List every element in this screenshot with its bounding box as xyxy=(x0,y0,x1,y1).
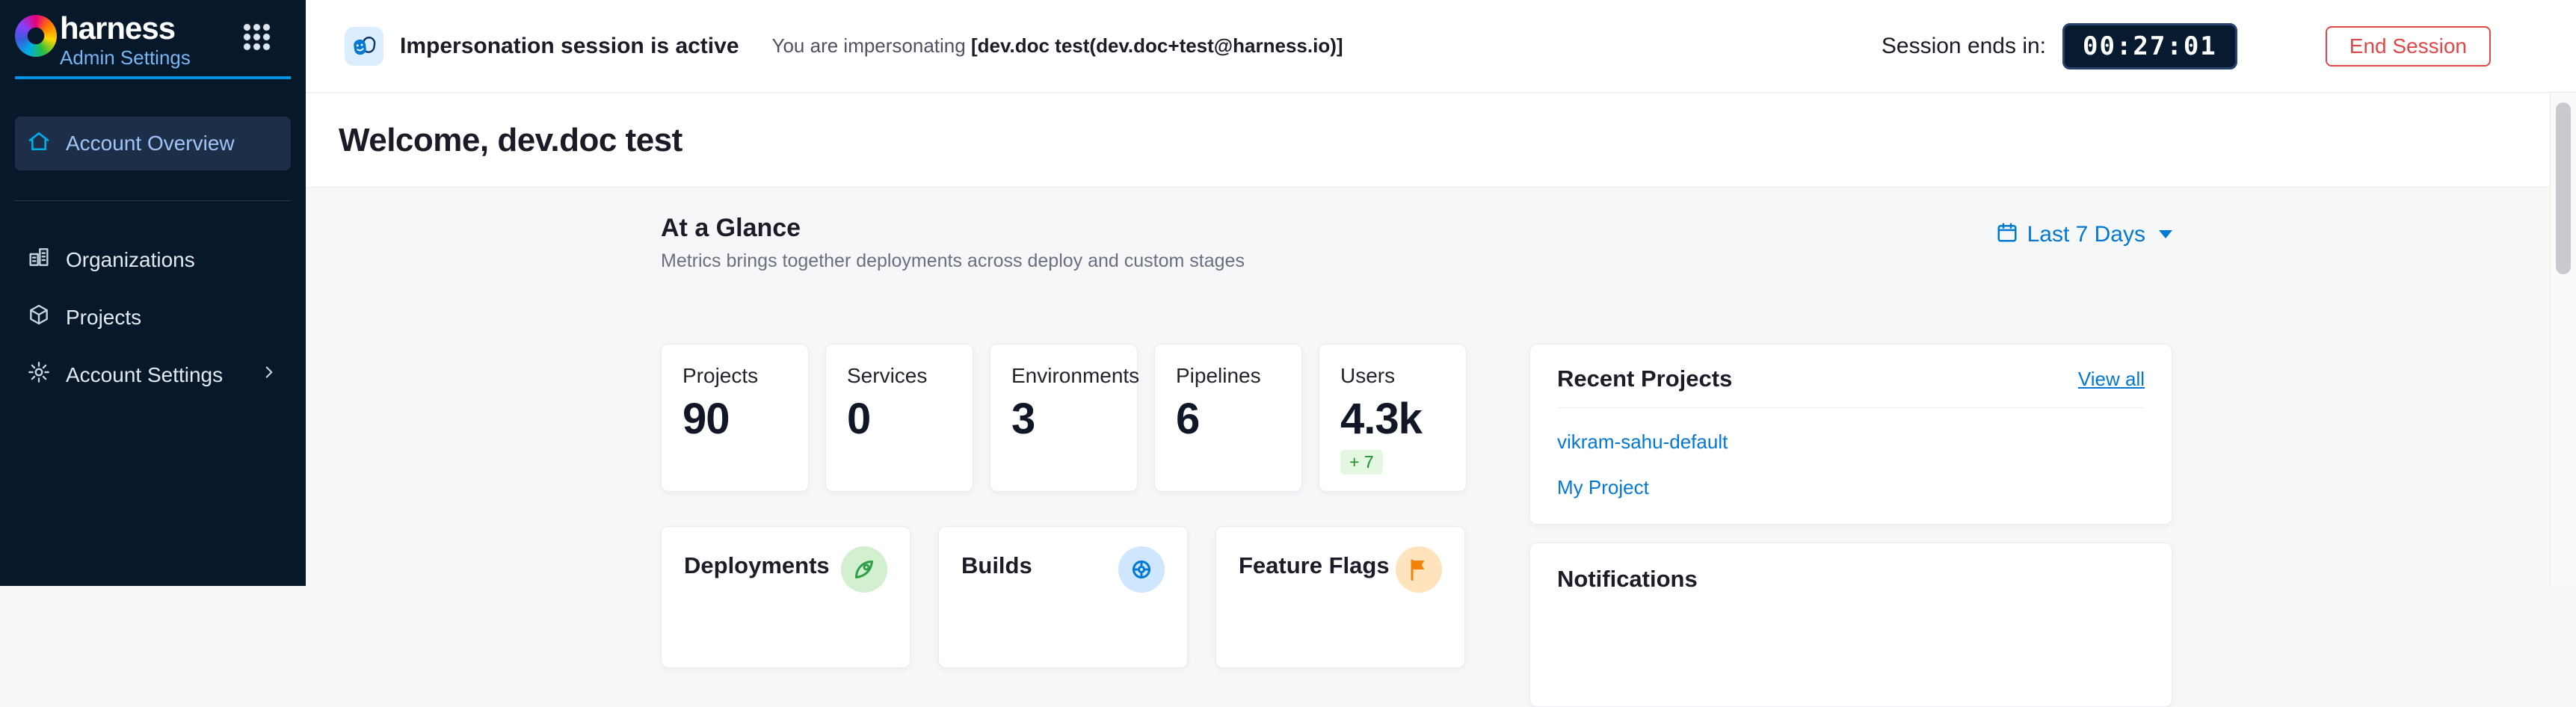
sidebar-item-label: Projects xyxy=(66,306,141,330)
end-session-button[interactable]: End Session xyxy=(2326,26,2491,67)
module-title: Feature Flags xyxy=(1239,552,1390,579)
stat-card-projects[interactable]: Projects 90 xyxy=(661,344,809,492)
impersonation-masks-icon xyxy=(345,27,383,66)
home-icon xyxy=(27,129,51,158)
module-title: Deployments xyxy=(684,552,830,579)
divider xyxy=(1557,407,2145,408)
impersonation-banner: Impersonation session is active You are … xyxy=(306,0,2576,93)
stat-label: Services xyxy=(847,364,952,388)
gear-icon xyxy=(27,360,51,389)
stat-label: Users xyxy=(1340,364,1445,388)
calendar-icon xyxy=(1996,221,2018,247)
sidebar-item-projects[interactable]: Projects xyxy=(15,288,291,346)
notifications-panel: Notifications xyxy=(1529,543,2172,707)
harness-logo-icon xyxy=(15,15,57,57)
impersonation-detail: You are impersonating [dev.doc test(dev.… xyxy=(772,34,1343,58)
section-title: At a Glance xyxy=(661,214,1245,243)
sidebar-header: harness Admin Settings xyxy=(15,0,291,79)
stat-value: 3 xyxy=(1011,397,1116,442)
sidebar-item-organizations[interactable]: Organizations xyxy=(15,231,291,288)
stat-card-services[interactable]: Services 0 xyxy=(825,344,973,492)
stat-label: Projects xyxy=(682,364,787,388)
impersonation-title: Impersonation session is active xyxy=(400,34,739,59)
sidebar-item-label: Account Settings xyxy=(66,363,223,387)
stat-label: Pipelines xyxy=(1176,364,1281,388)
session-timer: 00:27:01 xyxy=(2062,23,2237,70)
stat-card-pipelines[interactable]: Pipelines 6 xyxy=(1154,344,1302,492)
project-link[interactable]: My Project xyxy=(1557,476,2145,499)
module-card-deployments[interactable]: Deployments xyxy=(661,526,910,668)
chevron-down-icon xyxy=(2159,230,2172,238)
main-content: At a Glance Metrics brings together depl… xyxy=(306,188,2576,586)
stat-value: 6 xyxy=(1176,397,1281,442)
recent-projects-title: Recent Projects xyxy=(1557,365,1732,392)
date-range-label: Last 7 Days xyxy=(2027,222,2145,247)
module-card-builds[interactable]: Builds xyxy=(938,526,1188,668)
module-label: Admin Settings xyxy=(60,46,191,69)
vertical-scrollbar xyxy=(2550,93,2576,586)
module-card-feature-flags[interactable]: Feature Flags xyxy=(1215,526,1465,668)
module-switcher-grid-icon[interactable] xyxy=(242,22,271,52)
page-title: Welcome, dev.doc test xyxy=(339,122,682,159)
stat-card-environments[interactable]: Environments 3 xyxy=(990,344,1138,492)
scrollbar-thumb[interactable] xyxy=(2556,102,2571,274)
impersonation-detail-prefix: You are impersonating xyxy=(772,34,966,57)
welcome-band: Welcome, dev.doc test xyxy=(306,93,2576,188)
notifications-title: Notifications xyxy=(1557,566,1698,592)
date-range-selector[interactable]: Last 7 Days xyxy=(1996,221,2172,247)
stat-value: 0 xyxy=(847,397,952,442)
impersonated-user: [dev.doc test(dev.doc+test@harness.io)] xyxy=(971,34,1343,57)
harness-logo-text: harness xyxy=(60,12,191,45)
module-title: Builds xyxy=(961,552,1032,579)
users-delta-badge: + 7 xyxy=(1340,450,1383,475)
stat-value: 90 xyxy=(682,397,787,442)
stat-label: Environments xyxy=(1011,364,1116,388)
sidebar: harness Admin Settings Account Overview … xyxy=(0,0,306,586)
sidebar-item-label: Account Overview xyxy=(66,132,235,155)
stats-row: Projects 90 Services 0 Environments 3 Pi… xyxy=(661,344,1467,492)
sidebar-divider xyxy=(15,200,291,201)
session-ends-label: Session ends in: xyxy=(1882,34,2046,59)
chevron-right-icon xyxy=(259,362,279,387)
project-link[interactable]: vikram-sahu-default xyxy=(1557,430,2145,454)
stat-card-users[interactable]: Users 4.3k + 7 xyxy=(1319,344,1467,492)
section-subtitle: Metrics brings together deployments acro… xyxy=(661,250,1245,272)
projects-cube-icon xyxy=(27,303,51,332)
organizations-icon xyxy=(27,245,51,274)
recent-projects-panel: Recent Projects View all vikram-sahu-def… xyxy=(1529,344,2172,525)
sidebar-item-label: Organizations xyxy=(66,248,195,272)
sidebar-item-account-overview[interactable]: Account Overview xyxy=(15,117,291,170)
view-all-link[interactable]: View all xyxy=(2078,368,2145,391)
sidebar-item-account-settings[interactable]: Account Settings xyxy=(15,346,291,404)
at-a-glance-header: At a Glance Metrics brings together depl… xyxy=(661,214,1245,272)
stat-value: 4.3k xyxy=(1340,397,1445,442)
modules-row: Deployments Builds Feature Flags xyxy=(661,526,1465,668)
